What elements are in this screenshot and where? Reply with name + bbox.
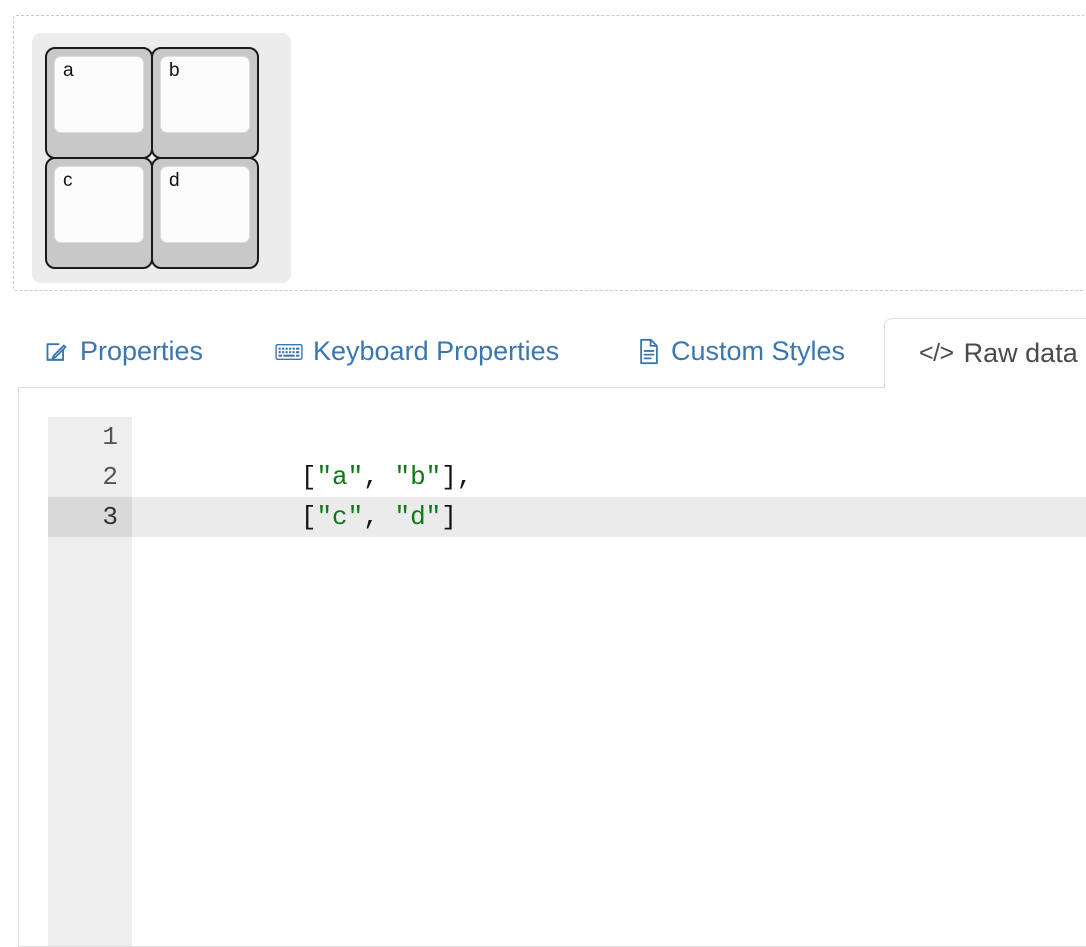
key-label: c: [63, 170, 73, 191]
key-label: a: [63, 60, 74, 81]
line-number: 2: [102, 462, 118, 492]
key-face: d: [160, 166, 250, 243]
document-icon: [637, 338, 661, 365]
code-token: "b": [394, 462, 442, 492]
tab-properties-label: Properties: [80, 336, 204, 366]
line-number-active: 3: [48, 497, 132, 537]
keyboard-icon: [275, 341, 303, 363]
code-editor[interactable]: 1 2 3 ["a", "b"], ["c", "d"]: [48, 417, 1086, 946]
keyboard-rows: a b c d: [45, 47, 259, 271]
keyboard-dropzone[interactable]: a b c d: [13, 15, 1086, 291]
key-face: c: [54, 166, 144, 243]
code-token: ,: [363, 462, 395, 492]
code-content[interactable]: ["a", "b"], ["c", "d"]: [132, 417, 1086, 946]
code-token: "a": [316, 462, 364, 492]
code-line[interactable]: ["a", "b"],: [132, 417, 1086, 492]
raw-data-panel: 1 2 3 ["a", "b"], ["c", "d"]: [18, 387, 1086, 947]
code-token: ,: [363, 502, 395, 532]
key-d[interactable]: d: [151, 157, 259, 269]
line-number: 1: [102, 422, 118, 452]
key-a[interactable]: a: [45, 47, 153, 159]
key-b[interactable]: b: [151, 47, 259, 159]
edit-square-icon: [44, 339, 70, 365]
code-icon: </>: [919, 339, 954, 367]
keyboard-row: a b: [45, 47, 259, 159]
line-number-gutter: 1 2 3: [48, 417, 132, 946]
code-token: "d": [394, 502, 442, 532]
key-face: b: [160, 56, 250, 133]
tab-bar: Properties Keyboard Properties Custom St…: [0, 316, 1086, 388]
tab-custom-styles-label: Custom Styles: [671, 336, 846, 366]
code-token: ],: [441, 462, 473, 492]
key-label: d: [169, 170, 180, 191]
tab-custom-styles[interactable]: Custom Styles: [637, 316, 845, 387]
key-label: b: [169, 60, 180, 81]
code-token: ]: [441, 502, 457, 532]
tab-properties[interactable]: Properties: [44, 316, 203, 387]
keyboard-row: c d: [45, 157, 259, 271]
code-token: "c": [316, 502, 364, 532]
keyboard-preview[interactable]: a b c d: [32, 33, 291, 283]
code-token: [: [300, 502, 317, 532]
code-token: [: [300, 462, 317, 492]
key-face: a: [54, 56, 144, 133]
tab-keyboard-properties[interactable]: Keyboard Properties: [275, 316, 559, 387]
tab-raw-data-label: Raw data: [963, 338, 1078, 368]
key-c[interactable]: c: [45, 157, 153, 269]
tab-keyboard-properties-label: Keyboard Properties: [313, 336, 560, 366]
tab-raw-data[interactable]: </> Raw data: [884, 318, 1086, 388]
